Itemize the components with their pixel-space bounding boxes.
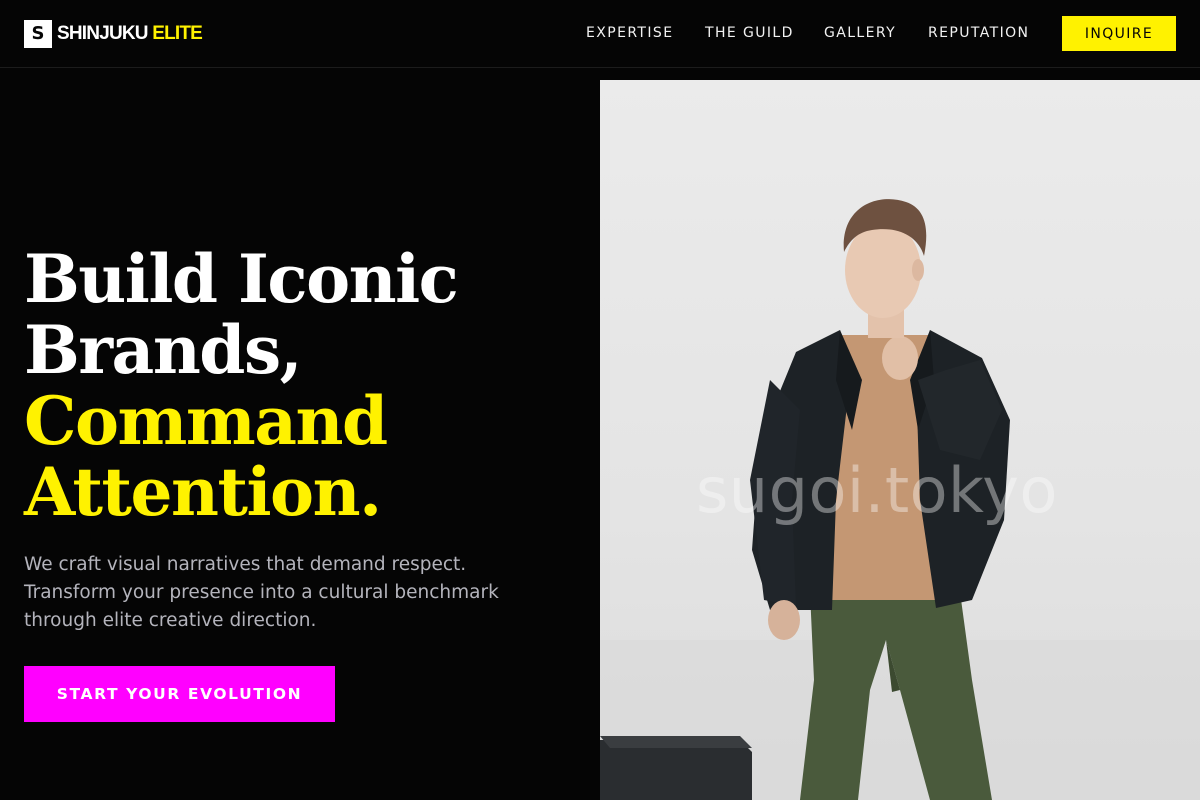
model-illustration <box>600 199 1200 800</box>
hero-title-accent-line: Command <box>24 382 388 460</box>
nav-link-gallery[interactable]: GALLERY <box>824 22 896 44</box>
nav-link-reputation[interactable]: REPUTATION <box>928 22 1029 44</box>
start-evolution-button[interactable]: START YOUR EVOLUTION <box>24 666 335 722</box>
hero-title-accent-line: Attention. <box>24 453 382 531</box>
brand-name-primary: SHINJUKU <box>57 23 149 44</box>
hero-subtitle-line: We craft visual narratives that demand r… <box>24 554 467 575</box>
nav-link-expertise[interactable]: EXPERTISE <box>586 22 673 44</box>
brand-name-accent: ELITE <box>152 23 203 44</box>
hero-title-line: Brands, <box>24 311 303 389</box>
brand-name: SHINJUKU ELITE <box>57 23 203 45</box>
hero-subtitle-line: through elite creative direction. <box>24 610 317 631</box>
inquire-button[interactable]: INQUIRE <box>1062 16 1176 51</box>
site-header: S SHINJUKU ELITE EXPERTISE THE GUILD GAL… <box>0 0 1200 68</box>
nav-link-the-guild[interactable]: THE GUILD <box>705 22 794 44</box>
hero-title-line: Build Iconic <box>24 240 459 318</box>
hero-subtitle: We craft visual narratives that demand r… <box>24 551 564 635</box>
hero-model-photo: sugoi.tokyo <box>600 80 1200 800</box>
hero-title: Build Iconic Brands, Command Attention. <box>24 244 584 528</box>
hero-subtitle-line: Transform your presence into a cultural … <box>24 582 499 603</box>
brand-logo[interactable]: S SHINJUKU ELITE <box>24 18 203 50</box>
logo-mark-icon: S <box>24 20 52 48</box>
